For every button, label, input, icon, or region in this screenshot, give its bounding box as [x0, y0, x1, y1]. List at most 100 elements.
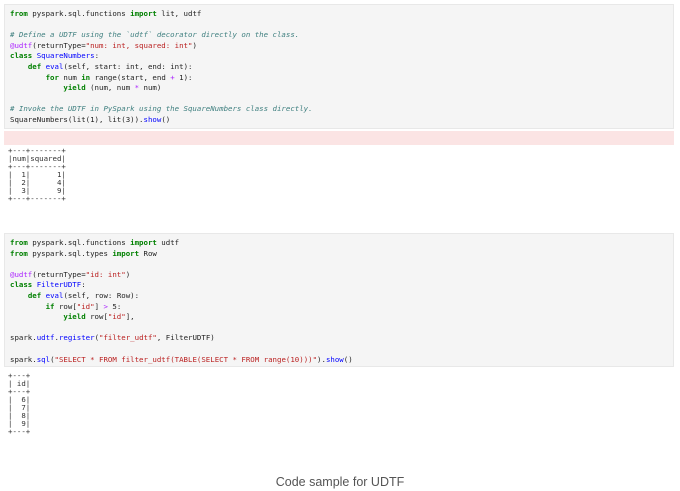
code-token: udtf	[156, 238, 180, 247]
code-token: FilterUDTF	[36, 280, 82, 290]
code-token: def	[27, 61, 42, 71]
code-line: @udtf(returnType="id: int")	[10, 270, 668, 281]
code-token: register	[58, 333, 95, 343]
code-token: Row	[139, 248, 157, 258]
code-line: yield row["id"],	[10, 312, 668, 323]
code-token: )	[125, 269, 131, 279]
code-token: from	[10, 9, 28, 18]
code-token: class	[10, 51, 33, 61]
output-line: +---+-------+	[8, 194, 66, 203]
code-line: spark.sql("SELECT * FROM filter_udtf(TAB…	[10, 355, 668, 366]
code-token: show	[143, 114, 162, 124]
code-token: (self, row: Row):	[63, 290, 140, 300]
output-line: +---+	[8, 427, 31, 436]
code-token: )	[192, 40, 197, 50]
code-token: # Invoke the UDTF in PySpark using the S…	[10, 104, 313, 114]
code-token: pyspark.sql.functions	[27, 238, 131, 247]
code-token: :	[81, 280, 86, 290]
code-token: pyspark.sql.types	[27, 248, 113, 258]
code-token: # Define a UDTF using the `udtf` decorat…	[10, 30, 300, 40]
code-token: import	[130, 9, 157, 18]
code-token: def	[27, 290, 42, 300]
code-line: SquareNumbers(lit(1), lit(3)).show()	[10, 115, 668, 126]
code-token: from	[10, 248, 28, 258]
code-token: :	[94, 51, 100, 61]
code-token: in	[81, 72, 91, 82]
code-token: ()	[161, 114, 171, 124]
code-line: # Invoke the UDTF in PySpark using the S…	[10, 104, 668, 115]
code-line: # Define a UDTF using the `udtf` decorat…	[10, 30, 668, 41]
code-token: "num: int, squared: int"	[85, 40, 193, 50]
code-token: eval	[45, 290, 64, 300]
code-token: (self, start: int, end: int):	[63, 61, 193, 71]
code-token: sql	[36, 354, 51, 364]
code-token: "id"	[76, 301, 95, 311]
code-token: if	[45, 301, 55, 311]
code-token: for	[45, 72, 59, 82]
figure-caption: Code sample for UDTF	[275, 475, 405, 489]
code-line: class FilterUDTF:	[10, 280, 668, 291]
code-token: (returnType=	[32, 269, 86, 279]
code-token: @udtf	[10, 269, 33, 279]
code-line: from pyspark.sql.functions import udtf	[10, 238, 668, 249]
code-token: "id"	[107, 312, 126, 322]
code-line: def eval(self, start: int, end: int):	[10, 62, 668, 73]
code-cell-1[interactable]: from pyspark.sql.functions import lit, u…	[4, 4, 674, 129]
code-token: ()	[343, 354, 353, 364]
code-token: lit, udtf	[156, 9, 202, 18]
code-cell-2[interactable]: from pyspark.sql.functions import udtf fr…	[4, 233, 674, 367]
code-line: for num in range(start, end + 1):	[10, 73, 668, 84]
code-token: spark.	[10, 333, 37, 343]
code-line: class SquareNumbers:	[10, 51, 668, 62]
code-token: from	[10, 238, 28, 247]
code-token: num)	[139, 83, 162, 93]
code-token: udtf	[36, 333, 55, 343]
code-token: (returnType=	[32, 40, 86, 50]
code-line: spark.udtf.register("filter_udtf", Filte…	[10, 333, 668, 344]
code-token: (num, num	[85, 83, 135, 93]
code-line: def eval(self, row: Row):	[10, 291, 668, 302]
code-token: yield	[63, 312, 86, 322]
code-token: import	[130, 238, 157, 247]
code-token: 5:	[107, 301, 122, 311]
stderr-output-bar	[4, 131, 674, 145]
code-token: "id: int"	[85, 269, 126, 279]
code-token: yield	[63, 83, 86, 93]
code-token: "SELECT * FROM filter_udtf(TABLE(SELECT …	[54, 354, 318, 364]
code-token: import	[112, 248, 140, 258]
code-token: 1):	[174, 72, 193, 82]
code-token: SquareNumbers	[36, 51, 95, 61]
code-line: @udtf(returnType="num: int, squared: int…	[10, 41, 668, 52]
code-token: ).	[317, 354, 326, 364]
code-token: class	[10, 280, 33, 290]
code-token: @udtf	[10, 40, 33, 50]
code-token: "filter_udtf"	[99, 333, 157, 343]
code-token: num	[58, 72, 82, 82]
code-token: spark.	[10, 354, 37, 364]
code-token: , FilterUDTF)	[156, 333, 215, 343]
code-token: row[	[54, 301, 77, 311]
code-token: row[	[85, 312, 108, 322]
output-table-1: +---+-------+ |num|squared| +---+-------+ |…	[8, 147, 66, 203]
code-token: range(start, end	[90, 72, 171, 82]
code-token: show	[325, 354, 344, 364]
code-token: SquareNumbers(lit(1), lit(3)).	[10, 114, 144, 124]
output-table-2: +---+ | id| +---+ | 6| | 7| | 8| | 9| +---+	[8, 372, 30, 436]
code-line: from pyspark.sql.functions import lit, u…	[10, 9, 668, 20]
code-token: pyspark.sql.functions	[27, 9, 131, 18]
code-token: eval	[45, 61, 64, 71]
code-line: from pyspark.sql.types import Row	[10, 249, 668, 260]
code-token: ],	[125, 312, 135, 322]
code-line: yield (num, num * num)	[10, 83, 668, 94]
